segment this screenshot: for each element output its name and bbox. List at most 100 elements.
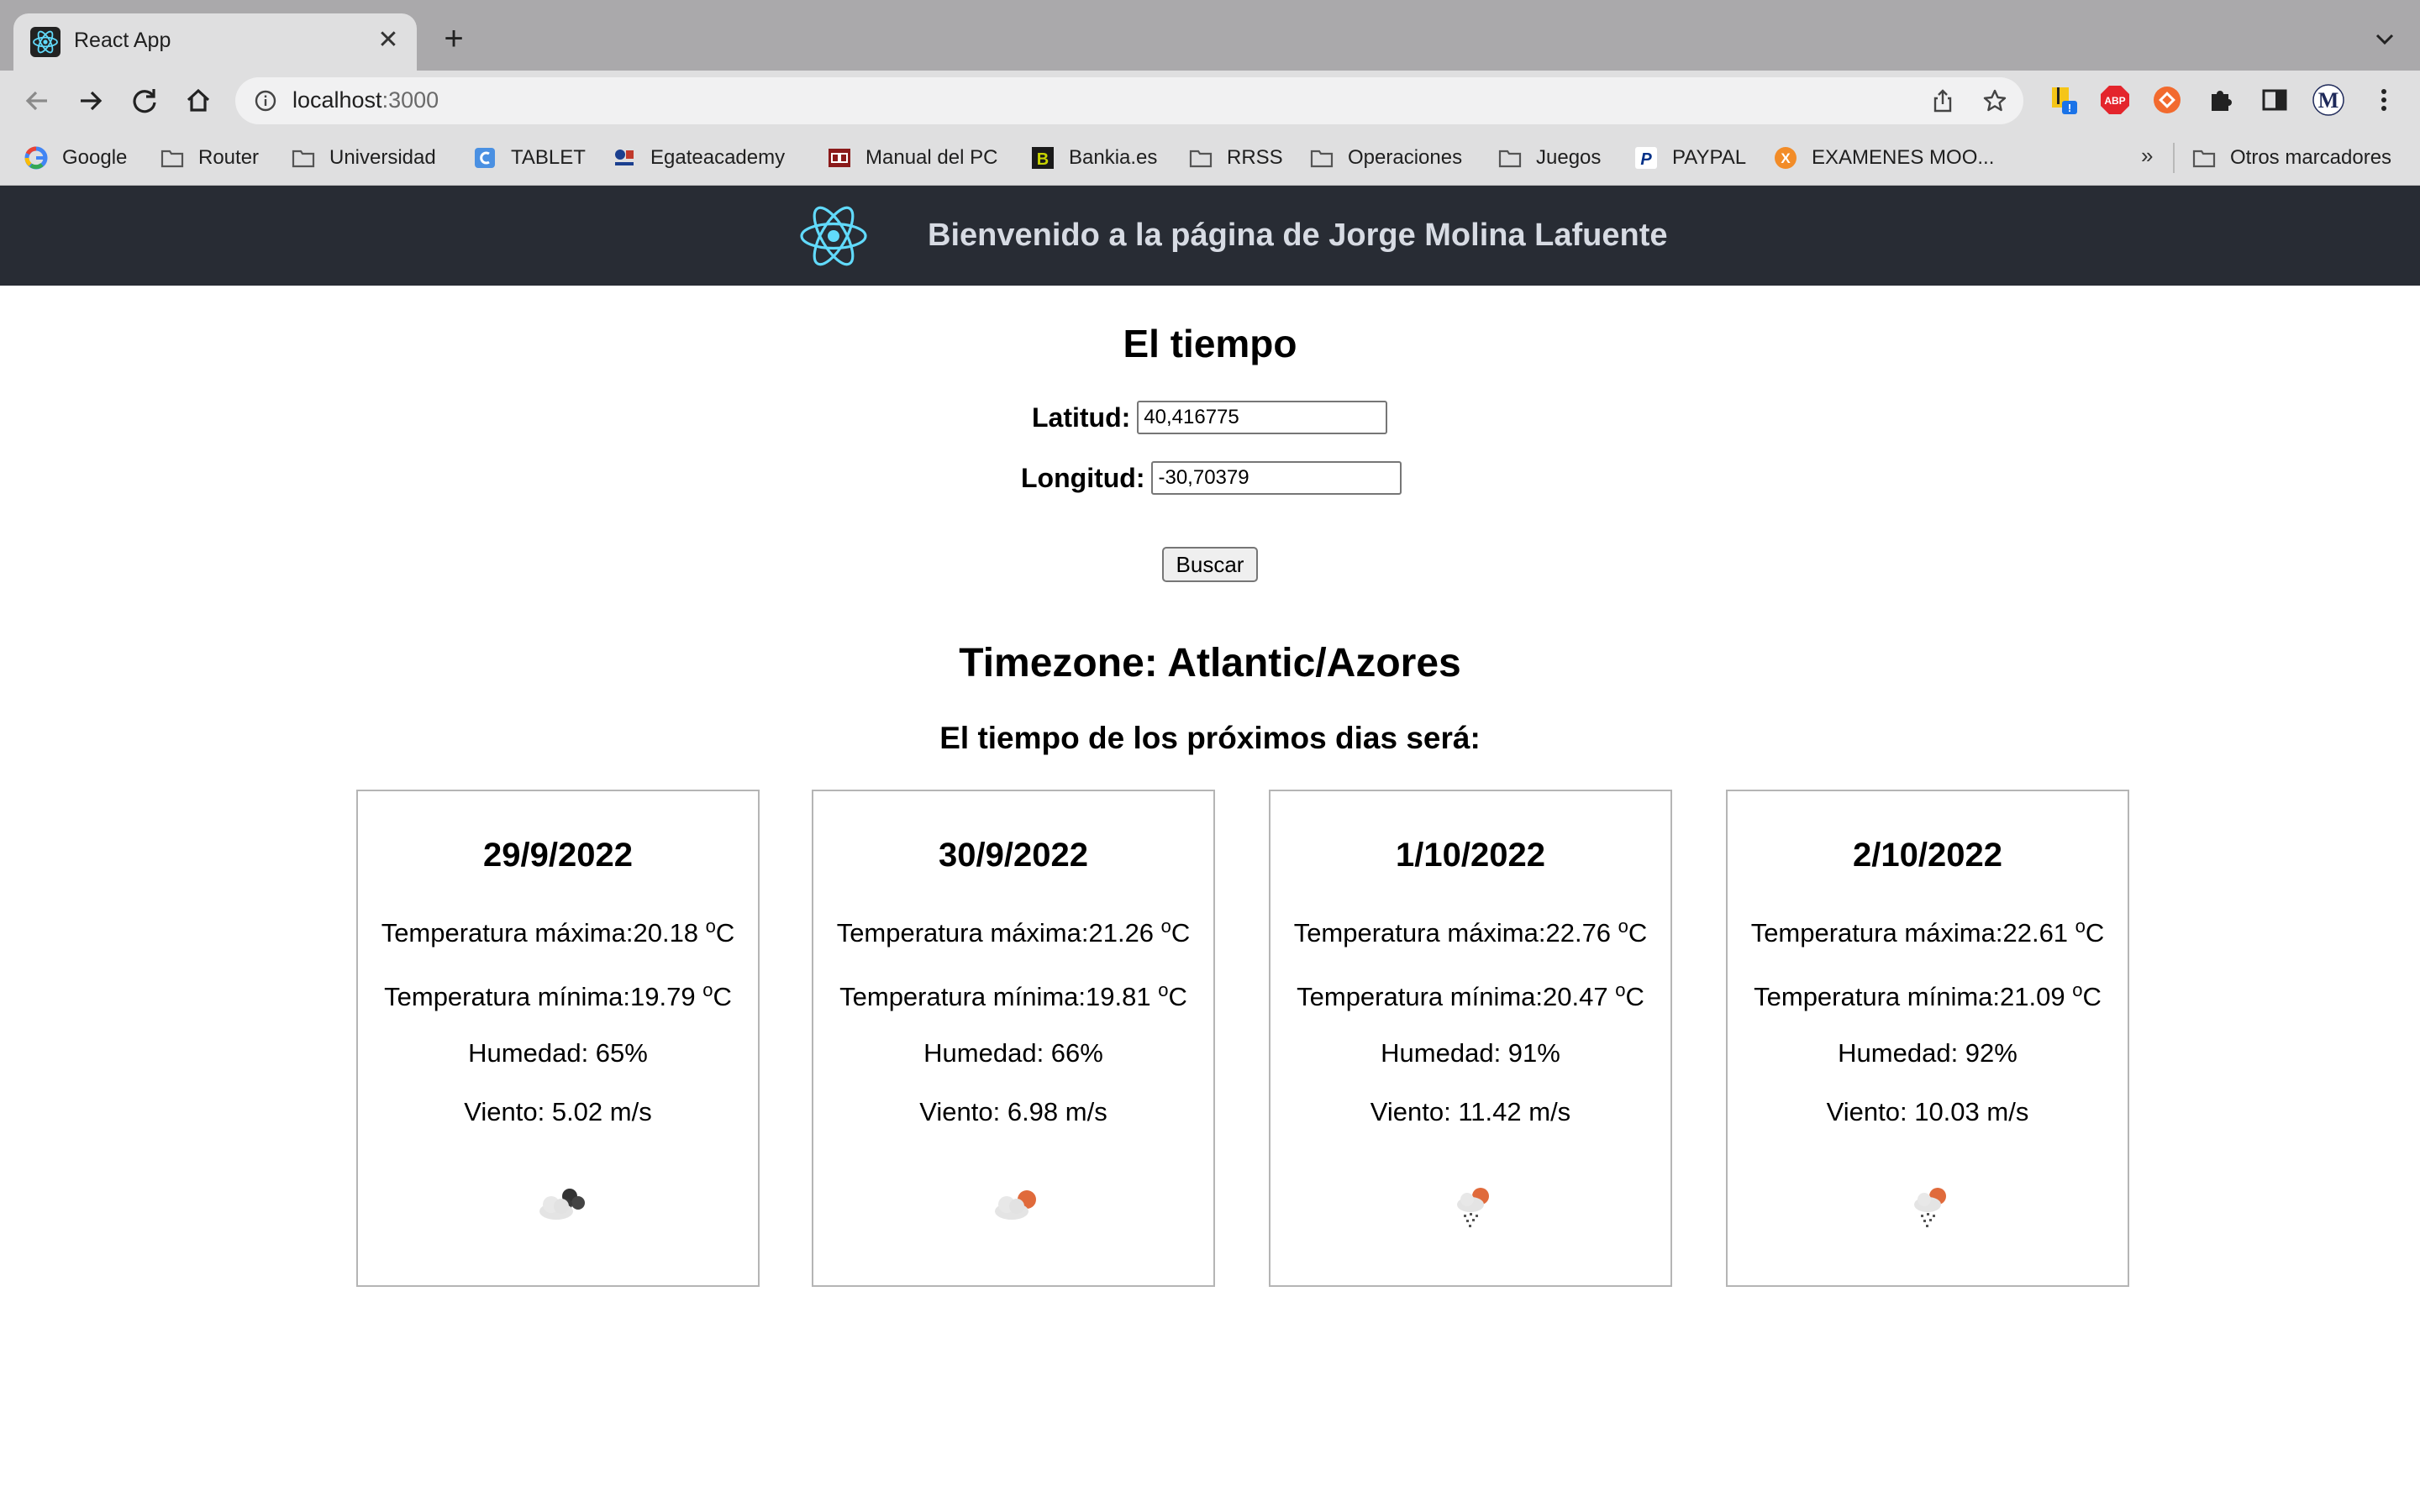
bookmark-label: Universidad — [329, 146, 436, 169]
x-site-icon: X — [1775, 147, 1797, 169]
wind: Viento: 11.42 m/s — [1370, 1097, 1571, 1126]
bookmark-label: Router — [198, 146, 260, 169]
forward-arrow-icon[interactable] — [72, 82, 109, 119]
rain-icon — [1914, 1188, 1946, 1227]
wind: Viento: 5.02 m/s — [464, 1097, 652, 1126]
bookmark-bankia[interactable]: B Bankia.es — [1030, 143, 1157, 173]
note-extension-icon[interactable]: ! — [2047, 84, 2079, 116]
longitude-label: Longitud: — [1021, 462, 1145, 493]
bookmark-label: Bankia.es — [1069, 146, 1158, 169]
share-icon[interactable] — [1929, 87, 1956, 114]
browser-toolbar: localhost:3000 ! ABP M — [0, 71, 2420, 131]
max-temperature: Temperatura máxima:21.26 oC — [836, 916, 1191, 948]
forecast-card: 1/10/2022 Temperatura máxima:22.76 oC Te… — [1269, 790, 1672, 1287]
max-temperature: Temperatura máxima:20.18 oC — [381, 916, 735, 948]
svg-text:!: ! — [2068, 102, 2071, 114]
min-temperature: Temperatura mínima:21.09 oC — [1754, 979, 2102, 1011]
tab-strip: React App ✕ + — [0, 0, 2420, 71]
bookmark-examenes[interactable]: X EXAMENES MOO... — [1773, 143, 1994, 173]
max-temperature: Temperatura máxima:22.76 oC — [1293, 916, 1648, 948]
folder-icon — [1189, 150, 1213, 168]
humidity: Humedad: 65% — [468, 1038, 648, 1068]
card-date: 29/9/2022 — [483, 837, 633, 874]
svg-text:B: B — [1037, 150, 1049, 169]
bookmark-operaciones[interactable]: Operaciones — [1309, 143, 1462, 173]
bookmark-label: PAYPAL — [1672, 146, 1747, 169]
app-header: Bienvenido a la página de Jorge Molina L… — [0, 186, 2420, 286]
folder-icon — [1498, 150, 1522, 168]
card-date: 30/9/2022 — [939, 837, 1088, 874]
bookmark-juegos[interactable]: Juegos — [1497, 143, 1601, 173]
longitude-input[interactable] — [1151, 461, 1402, 495]
wind: Viento: 6.98 m/s — [919, 1097, 1107, 1126]
home-icon[interactable] — [180, 82, 217, 119]
tab-close-icon[interactable]: ✕ — [373, 25, 403, 55]
bookmark-label: Juegos — [1536, 146, 1602, 169]
bookmark-label: TABLET — [511, 146, 586, 169]
bookmarks-separator — [2173, 143, 2175, 173]
page-title: El tiempo — [1123, 322, 1297, 365]
humidity: Humedad: 66% — [923, 1038, 1103, 1068]
broken-clouds-icon — [539, 1189, 585, 1220]
timezone-heading: Timezone: Atlantic/Azores — [959, 641, 1461, 685]
latitude-label: Latitud: — [1032, 402, 1131, 433]
react-favicon-icon — [30, 27, 60, 57]
extensions-puzzle-icon[interactable] — [2205, 84, 2237, 116]
paypal-icon: P — [1635, 147, 1657, 169]
site-info-icon[interactable] — [254, 89, 277, 113]
bookmark-rrss[interactable]: RRSS — [1188, 143, 1283, 173]
bookmark-label: Otros marcadores — [2230, 146, 2392, 169]
bookmark-label: Google — [62, 146, 128, 169]
latitude-input[interactable] — [1137, 401, 1388, 434]
url-text[interactable]: localhost:3000 — [292, 87, 439, 113]
bookmark-label: RRSS — [1227, 146, 1283, 169]
svg-text:ABP: ABP — [2104, 95, 2125, 107]
new-tab-icon[interactable]: + — [437, 22, 471, 55]
back-arrow-icon[interactable] — [18, 82, 55, 119]
rain-icon — [1457, 1188, 1489, 1227]
tab-search-chevron-icon[interactable] — [2371, 25, 2398, 52]
side-panel-icon[interactable] — [2259, 84, 2291, 116]
bookmark-tablet[interactable]: TABLET — [472, 143, 586, 173]
forecast-heading: El tiempo de los próximos dias será: — [939, 721, 1481, 755]
humidity: Humedad: 92% — [1838, 1038, 2018, 1068]
tab-title: React App — [74, 29, 171, 52]
browser-tab[interactable]: React App ✕ — [13, 13, 417, 71]
adblock-plus-icon[interactable]: ABP — [2099, 84, 2131, 116]
svg-text:X: X — [1781, 150, 1791, 166]
profile-avatar-icon[interactable]: M — [2312, 84, 2344, 116]
bookmark-egateacademy[interactable]: Egateacademy — [612, 143, 785, 173]
few-clouds-icon — [995, 1190, 1036, 1220]
reload-icon[interactable] — [126, 82, 163, 119]
search-button[interactable]: Buscar — [1162, 547, 1258, 582]
browser-menu-icon[interactable] — [2368, 84, 2400, 116]
bookmark-otros-marcadores[interactable]: Otros marcadores — [2191, 143, 2391, 173]
bookmark-label: EXAMENES MOO... — [1812, 146, 1995, 169]
bookmark-label: Egateacademy — [650, 146, 786, 169]
bookmarks-bar: Google Router Universidad TABLET Egateac… — [0, 131, 2420, 186]
orange-diamond-extension-icon[interactable] — [2151, 84, 2183, 116]
bookmark-paypal[interactable]: P PAYPAL — [1634, 143, 1746, 173]
bookmark-manual-del-pc[interactable]: Manual del PC — [827, 143, 997, 173]
bookmark-google[interactable]: Google — [24, 143, 127, 173]
manual-icon — [829, 149, 850, 167]
folder-icon — [292, 150, 315, 168]
bankia-icon: B — [1032, 147, 1054, 169]
folder-icon — [2192, 150, 2216, 168]
bookmark-universidad[interactable]: Universidad — [291, 143, 436, 173]
address-bar[interactable]: localhost:3000 — [235, 77, 2023, 124]
wind: Viento: 10.03 m/s — [1826, 1097, 2029, 1126]
bookmark-star-icon[interactable] — [1981, 87, 2008, 114]
forecast-card: 2/10/2022 Temperatura máxima:22.61 oC Te… — [1726, 790, 2129, 1287]
card-date: 1/10/2022 — [1396, 837, 1545, 874]
bookmark-router[interactable]: Router — [160, 143, 259, 173]
tablet-site-icon — [475, 148, 495, 168]
forecast-card: 30/9/2022 Temperatura máxima:21.26 oC Te… — [812, 790, 1215, 1287]
min-temperature: Temperatura mínima:19.79 oC — [384, 979, 732, 1011]
forecast-card: 29/9/2022 Temperatura máxima:20.18 oC Te… — [356, 790, 760, 1287]
more-bookmarks-chevron[interactable]: » — [2141, 143, 2153, 169]
svg-text:M: M — [2318, 88, 2339, 113]
min-temperature: Temperatura mínima:20.47 oC — [1297, 979, 1644, 1011]
latitude-row: Latitud: — [1032, 401, 1388, 434]
max-temperature: Temperatura máxima:22.61 oC — [1750, 916, 2105, 948]
